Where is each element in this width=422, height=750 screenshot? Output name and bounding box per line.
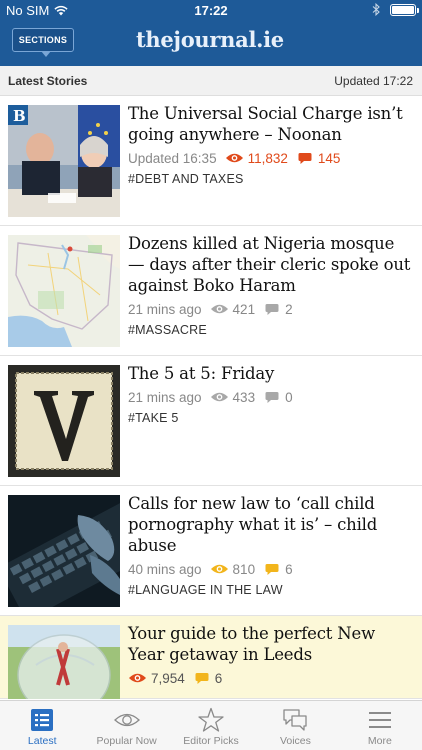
tab-label: More (367, 735, 392, 747)
tab-popular-now[interactable]: Popular Now (84, 701, 168, 750)
story-timestamp: 21 mins ago (128, 389, 202, 405)
tab-label: Editor Picks (183, 735, 239, 747)
svg-text:B: B (13, 107, 26, 125)
story-headline[interactable]: The Universal Social Charge isn’t going … (128, 103, 412, 145)
story-meta: 40 mins ago 810 6 (128, 560, 412, 578)
sections-label: SECTIONS (18, 35, 68, 45)
story-thumbnail (8, 495, 120, 607)
story-thumbnail: B (8, 105, 120, 217)
story-meta: 21 mins ago 421 2 (128, 300, 412, 318)
story-headline[interactable]: Your guide to the perfect New Year getaw… (128, 623, 412, 665)
tab-label: Latest (27, 735, 57, 747)
story-comments: 145 (317, 150, 341, 166)
story-comments: 6 (285, 561, 293, 577)
app-header: No SIM 17:22 SECTIONS thejournal.ie (0, 0, 422, 66)
story-headline[interactable]: The 5 at 5: Friday (128, 363, 412, 384)
tab-latest[interactable]: Latest (0, 701, 84, 750)
story-tag[interactable]: #TAKE 5 (128, 411, 412, 425)
comments-icon (298, 152, 312, 164)
story-item[interactable]: B The Universal Social Charge isn’t goin… (0, 96, 422, 226)
story-timestamp: Updated 16:35 (128, 150, 217, 166)
story-timestamp: 40 mins ago (128, 561, 202, 577)
story-views: 11,832 (247, 150, 288, 166)
latest-stories-header: Latest Stories Updated 17:22 (0, 66, 422, 96)
comments-icon (265, 391, 279, 403)
tab-label: Voices (279, 735, 311, 747)
story-meta: 7,954 6 (128, 669, 412, 687)
views-icon (210, 392, 228, 402)
sections-button[interactable]: SECTIONS (12, 28, 74, 57)
comments-icon (265, 303, 279, 315)
story-views: 7,954 (151, 670, 185, 686)
story-body: Calls for new law to ‘call child pornogr… (128, 493, 412, 597)
story-item[interactable]: The 5 at 5: Friday 21 mins ago 433 0 #TA… (0, 356, 422, 486)
star-icon (198, 707, 224, 732)
views-icon (210, 564, 228, 574)
story-body: The Universal Social Charge isn’t going … (128, 103, 412, 186)
story-body: The 5 at 5: Friday 21 mins ago 433 0 #TA… (128, 363, 412, 425)
story-headline[interactable]: Dozens killed at Nigeria mosque — days a… (128, 233, 412, 296)
tab-label: Popular Now (96, 735, 157, 747)
story-timestamp: 21 mins ago (128, 301, 202, 317)
story-views: 810 (232, 561, 256, 577)
story-tag[interactable]: #DEBT AND TAXES (128, 172, 412, 186)
comments-icon (195, 672, 209, 684)
bluetooth-icon (372, 3, 380, 16)
eye-icon (113, 713, 140, 727)
story-views: 421 (232, 301, 256, 317)
status-bar: No SIM 17:22 (0, 0, 422, 22)
tab-more[interactable]: More (338, 701, 422, 750)
hamburger-icon (368, 712, 391, 728)
tab-voices[interactable]: Voices (253, 701, 337, 750)
list-icon (31, 709, 54, 731)
story-item[interactable]: Dozens killed at Nigeria mosque — days a… (0, 226, 422, 356)
story-item-featured[interactable]: Your guide to the perfect New Year getaw… (0, 616, 422, 699)
story-meta: Updated 16:35 11,832 145 (128, 149, 412, 167)
chat-bubbles-icon (283, 709, 308, 731)
updated-timestamp: Updated 17:22 (334, 74, 413, 88)
app-logo: thejournal.ie (136, 27, 284, 52)
story-meta: 21 mins ago 433 0 (128, 388, 412, 406)
section-title: Latest Stories (8, 74, 88, 88)
story-tag[interactable]: #LANGUAGE IN THE LAW (128, 583, 412, 597)
story-comments: 0 (285, 389, 293, 405)
story-thumbnail (8, 365, 120, 477)
story-body: Your guide to the perfect New Year getaw… (128, 623, 412, 687)
story-views: 433 (232, 389, 256, 405)
story-tag[interactable]: #MASSACRE (128, 323, 412, 337)
story-comments: 6 (214, 670, 223, 686)
views-icon (225, 153, 243, 163)
views-icon (210, 304, 228, 314)
story-item[interactable]: Calls for new law to ‘call child pornogr… (0, 486, 422, 616)
status-right (372, 3, 419, 16)
views-icon (128, 673, 147, 683)
story-body: Dozens killed at Nigeria mosque — days a… (128, 233, 412, 337)
story-headline[interactable]: Calls for new law to ‘call child pornogr… (128, 493, 412, 556)
tab-bar: Latest Popular Now Editor Picks Voices M… (0, 700, 422, 750)
battery-icon (390, 3, 419, 16)
comments-icon (265, 563, 279, 575)
story-thumbnail (8, 625, 120, 699)
story-comments: 2 (285, 301, 293, 317)
story-thumbnail (8, 235, 120, 347)
tab-editor-picks[interactable]: Editor Picks (169, 701, 253, 750)
status-time: 17:22 (194, 3, 228, 18)
story-list: B The Universal Social Charge isn’t goin… (0, 96, 422, 699)
